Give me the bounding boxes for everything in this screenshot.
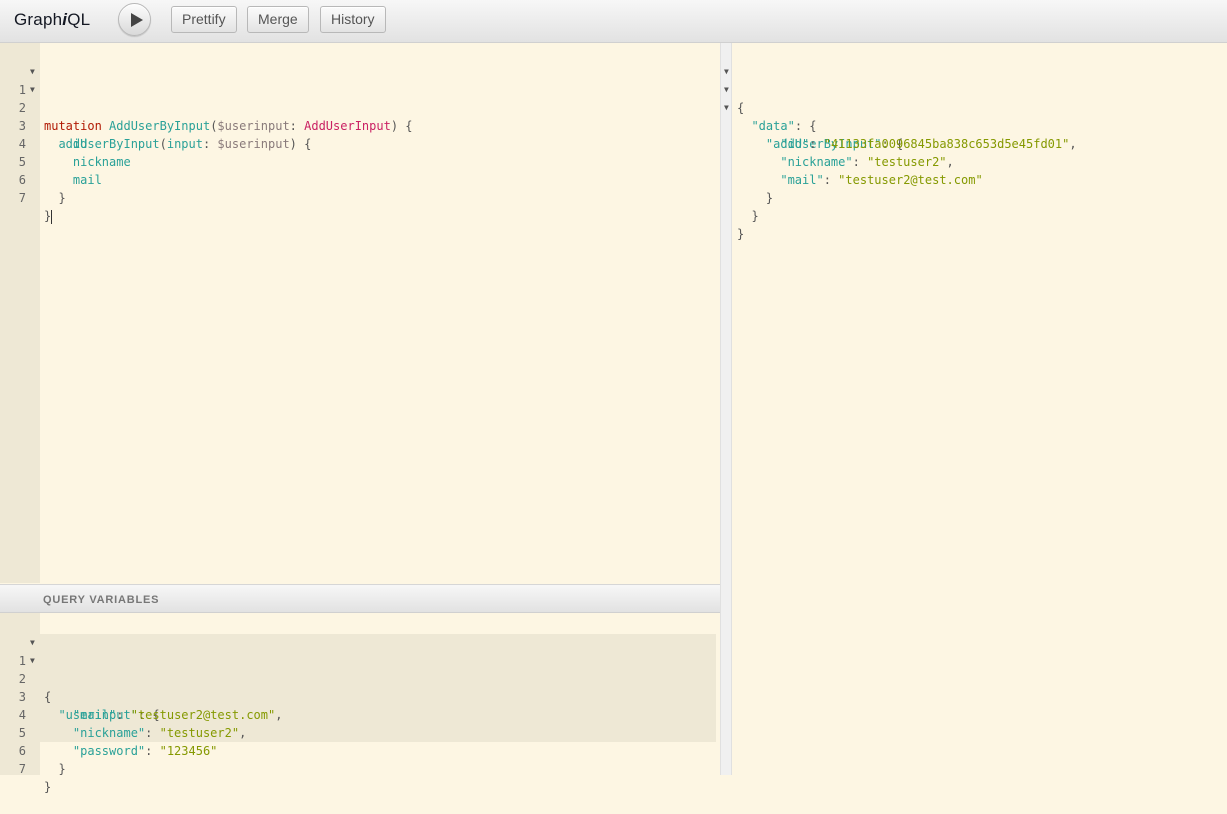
fold-arrow-icon[interactable]: ▼	[30, 81, 35, 99]
play-icon	[131, 13, 143, 27]
fold-arrow-icon[interactable]: ▼	[30, 63, 35, 81]
fold-arrow-icon[interactable]: ▼	[724, 63, 729, 81]
result-viewer[interactable]: ▼ { ▼ "data": { ▼ "addUserByInput": { "i…	[724, 43, 1227, 775]
result-line: }	[732, 171, 1227, 205]
variables-line: 5 "password": "123456"	[0, 706, 720, 758]
variables-line: 1 ▼ {	[0, 634, 720, 704]
variables-line: 7 }	[0, 742, 720, 794]
punct-token: }	[44, 780, 52, 794]
history-button[interactable]: History	[320, 6, 386, 33]
graphiql-logo: GraphiQL	[14, 10, 91, 29]
result-line: "id": "41133fa0096845ba838c653d5e45fd01"…	[732, 117, 1227, 151]
line-number: 7	[18, 762, 26, 776]
result-line: "nickname": "testuser2",	[732, 135, 1227, 169]
execute-query-button[interactable]	[118, 3, 151, 36]
punct-token: }	[58, 762, 66, 776]
query-line: 6 }	[0, 153, 720, 205]
query-line: 3 id	[0, 99, 720, 151]
query-line: 2 ▼ addUserByInput(input: $userinput) {	[0, 81, 720, 151]
punct-token: }	[58, 191, 66, 205]
fold-arrow-icon[interactable]: ▼	[30, 652, 35, 670]
result-line: ▼ "data": {	[724, 81, 1227, 133]
variables-line: 2 ▼ "userinput": {	[0, 652, 720, 722]
line-number: 7	[18, 191, 26, 205]
variables-line: 6 }	[0, 724, 720, 776]
variables-line: 4 "nickname": "testuser2",	[0, 688, 720, 740]
query-line: 7 }	[0, 171, 720, 224]
result-line: }	[732, 189, 1227, 223]
merge-button[interactable]: Merge	[247, 6, 309, 33]
punct-token: }	[44, 209, 52, 223]
fold-arrow-icon[interactable]: ▼	[724, 99, 729, 117]
prettify-button[interactable]: Prettify	[171, 6, 237, 33]
query-line: 1 ▼ mutation AddUserByInput($userinput: …	[0, 63, 720, 133]
fold-arrow-icon[interactable]: ▼	[30, 634, 35, 652]
query-line: 4 nickname	[0, 117, 720, 169]
result-line: ▼ {	[724, 63, 1227, 115]
query-editor[interactable]: 1 ▼ mutation AddUserByInput($userinput: …	[0, 43, 720, 583]
top-toolbar: GraphiQL Prettify Merge History	[0, 0, 1227, 43]
result-line: }	[732, 207, 1227, 241]
result-line: "mail": "testuser2@test.com"	[732, 153, 1227, 187]
pane-resize-handle[interactable]	[720, 43, 732, 775]
punct-token: }	[737, 227, 745, 241]
variables-line: 3 "mail": "testuser2@test.com",	[0, 670, 720, 722]
query-line: 5 mail	[0, 135, 720, 187]
query-variables-title: QUERY VARIABLES	[43, 594, 160, 606]
variables-editor[interactable]: 1 ▼ { 2 ▼ "userinput": { 3 "mail": "test…	[0, 613, 720, 794]
result-line: ▼ "addUserByInput": {	[724, 99, 1227, 151]
fold-arrow-icon[interactable]: ▼	[724, 81, 729, 99]
text-cursor	[51, 209, 53, 224]
query-variables-header[interactable]: QUERY VARIABLES	[0, 584, 720, 613]
